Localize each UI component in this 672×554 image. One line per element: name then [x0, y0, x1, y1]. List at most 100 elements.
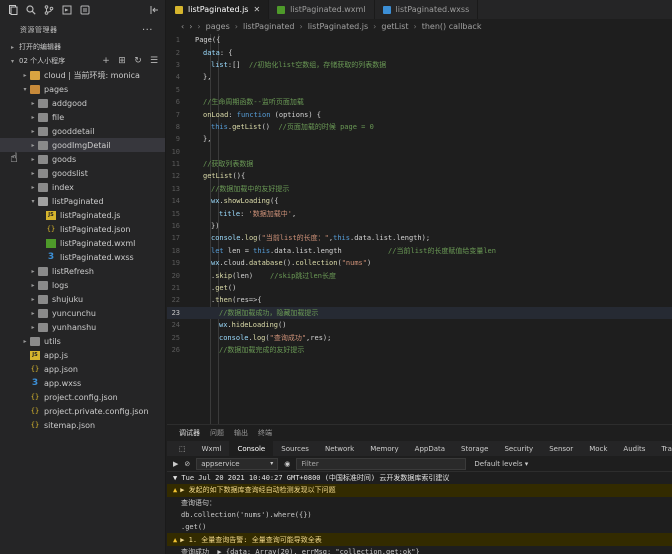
devtools-tab[interactable]: Audits: [615, 441, 653, 456]
code-text: .skip(len) //skip跳过len长度: [195, 271, 336, 281]
console-line[interactable]: ▲ ▶ 发起的如下数据库查询经自动检测发现以下问题: [167, 484, 672, 497]
panel-tab[interactable]: 输出: [234, 428, 248, 438]
editor-tab[interactable]: listPaginated.js ✕: [167, 0, 270, 19]
console-line[interactable]: ▲ ▶ 1. 全量查询告警: 全量查询可能导致全表: [167, 533, 672, 546]
filter-input[interactable]: Filter: [296, 457, 467, 470]
tree-item[interactable]: ▸ goods: [0, 152, 165, 166]
tree-item[interactable]: ▸ yunhanshu: [0, 320, 165, 334]
panel-tab[interactable]: 调试器: [179, 428, 200, 438]
project-section[interactable]: ▾ 02 个人小程序 + ⊞ ↻ ☰: [0, 54, 165, 68]
folder-icon: [38, 182, 48, 192]
devtools-tab[interactable]: Storage: [453, 441, 496, 456]
collapse-all-icon[interactable]: ☰: [149, 56, 159, 66]
breadcrumb-item[interactable]: getList: [381, 22, 408, 31]
source-control-icon[interactable]: [44, 5, 54, 15]
code-line: 4},: [167, 71, 672, 83]
debug-icon[interactable]: [62, 5, 72, 15]
tree-item[interactable]: JS listPaginated.js: [0, 208, 165, 222]
extensions-icon[interactable]: [80, 5, 90, 15]
levels-dropdown[interactable]: Default levels ▾: [474, 460, 528, 468]
tree-item[interactable]: ▾ pages: [0, 82, 165, 96]
tree-item[interactable]: ▸ utils: [0, 334, 165, 348]
tree-item[interactable]: ▸ goodImgDetail: [0, 138, 165, 152]
tree-item[interactable]: ▸ shujuku: [0, 292, 165, 306]
tree-item[interactable]: 3 listPaginated.wxss: [0, 250, 165, 264]
split-panel-icon[interactable]: [149, 5, 159, 15]
block-icon[interactable]: ⊘: [184, 460, 190, 468]
tree-item[interactable]: ▸ addgood: [0, 96, 165, 110]
console-line[interactable]: 查询语句：: [167, 497, 672, 509]
editor-tab[interactable]: listPaginated.wxml: [269, 0, 375, 19]
devtools-tabs: ⬚ Wxml Console Sources Network Memory AppData…: [167, 441, 672, 456]
breadcrumb-item[interactable]: listPaginated: [243, 22, 295, 31]
devtools-tab[interactable]: Sources: [273, 441, 317, 456]
console-line[interactable]: ▼ Tue Jul 20 2021 10:40:27 GMT+0800 (中国标…: [167, 472, 672, 484]
breadcrumb-item[interactable]: pages: [206, 22, 230, 31]
tree-item-label: goodslist: [52, 168, 88, 178]
tree-item[interactable]: ▸ file: [0, 110, 165, 124]
tree-item[interactable]: listPaginated.wxml: [0, 236, 165, 250]
code-text: let len = this.data.list.length //当前list…: [195, 246, 496, 256]
tree-item[interactable]: {} app.json: [0, 362, 165, 376]
devtools-tab[interactable]: AppData: [407, 441, 453, 456]
breadcrumb-item[interactable]: listPaginated.js: [308, 22, 368, 31]
line-number: 1: [175, 36, 180, 45]
tree-item[interactable]: ▸ yuncunchu: [0, 306, 165, 320]
tree-item[interactable]: ▾ listPaginated: [0, 194, 165, 208]
editor-tab[interactable]: listPaginated.wxss: [375, 0, 479, 19]
clear-console-icon[interactable]: ▶: [173, 460, 178, 468]
devtools-tab[interactable]: Mock: [581, 441, 615, 456]
new-file-icon[interactable]: +: [101, 56, 111, 66]
console-line[interactable]: 查询成功 ▶ {data: Array(20), errMsg: "collec…: [167, 546, 672, 554]
devtools-inspect-icon[interactable]: ⬚: [171, 441, 194, 456]
code-text: console.log("当前list的长度：",this.data.list.…: [195, 233, 430, 243]
console-line[interactable]: .get(): [167, 521, 672, 533]
code-token: getList: [232, 122, 262, 131]
tree-item[interactable]: ▸ index: [0, 180, 165, 194]
tree-item[interactable]: {} project.private.config.json: [0, 404, 165, 418]
tree-item-label: sitemap.json: [44, 420, 96, 430]
breadcrumb-item[interactable]: then() callback: [422, 22, 482, 31]
code-text: getList(){: [195, 172, 245, 180]
devtools-tab[interactable]: Trace: [653, 441, 672, 456]
devtools-tab[interactable]: Memory: [362, 441, 406, 456]
tree-item[interactable]: JS app.js: [0, 348, 165, 362]
panel-tab[interactable]: 问题: [210, 428, 224, 438]
code-token: .data.list.length: [270, 246, 389, 255]
nav-forward-icon[interactable]: ›: [189, 22, 192, 31]
more-actions-icon[interactable]: ···: [142, 25, 153, 36]
tree-item[interactable]: ▸ cloud | 当前环境: monica: [0, 68, 165, 82]
files-icon[interactable]: [8, 5, 18, 15]
context-select[interactable]: appservice ▾: [196, 457, 279, 470]
nav-back-icon[interactable]: ‹: [181, 22, 184, 31]
search-icon[interactable]: [26, 5, 36, 15]
chevron-right-icon: ▸: [31, 183, 35, 191]
eye-icon[interactable]: ◉: [284, 460, 290, 468]
tree-item[interactable]: {} project.config.json: [0, 390, 165, 404]
tree-item[interactable]: ▸ logs: [0, 278, 165, 292]
code-text: Page({: [195, 36, 220, 44]
tree-item[interactable]: {} sitemap.json: [0, 418, 165, 432]
tree-item[interactable]: 3 app.wxss: [0, 376, 165, 390]
devtools-tab[interactable]: Network: [317, 441, 362, 456]
tree-item[interactable]: {} listPaginated.json: [0, 222, 165, 236]
folder-icon: [30, 336, 40, 346]
devtools-tab[interactable]: Security: [496, 441, 541, 456]
devtools-tab[interactable]: Wxml: [194, 441, 230, 456]
close-icon[interactable]: ✕: [253, 5, 260, 14]
tree-item[interactable]: ▸ gooddetail: [0, 124, 165, 138]
open-editors-section[interactable]: ▸ 打开的编辑器: [0, 40, 165, 54]
devtools-tab[interactable]: Console: [229, 441, 274, 456]
tree-item[interactable]: ▸ listRefresh: [0, 264, 165, 278]
devtools-tab[interactable]: Sensor: [541, 441, 581, 456]
code-token: title: [219, 209, 241, 218]
console-line-text: 查询成功 ▶ {data: Array(20), errMsg: "collec…: [181, 547, 420, 554]
code-editor[interactable]: 1 Page({2 data: {3 list:[] //初始化list空数组，存储获…: [167, 34, 672, 424]
code-line: 2 data: {: [167, 46, 672, 58]
new-folder-icon[interactable]: ⊞: [117, 56, 127, 66]
console-line[interactable]: db.collection('nums').where({}): [167, 509, 672, 521]
refresh-icon[interactable]: ↻: [133, 56, 143, 66]
tree-item[interactable]: ▸ goodslist: [0, 166, 165, 180]
panel-tab[interactable]: 终端: [258, 428, 272, 438]
code-line: 5: [167, 84, 672, 96]
